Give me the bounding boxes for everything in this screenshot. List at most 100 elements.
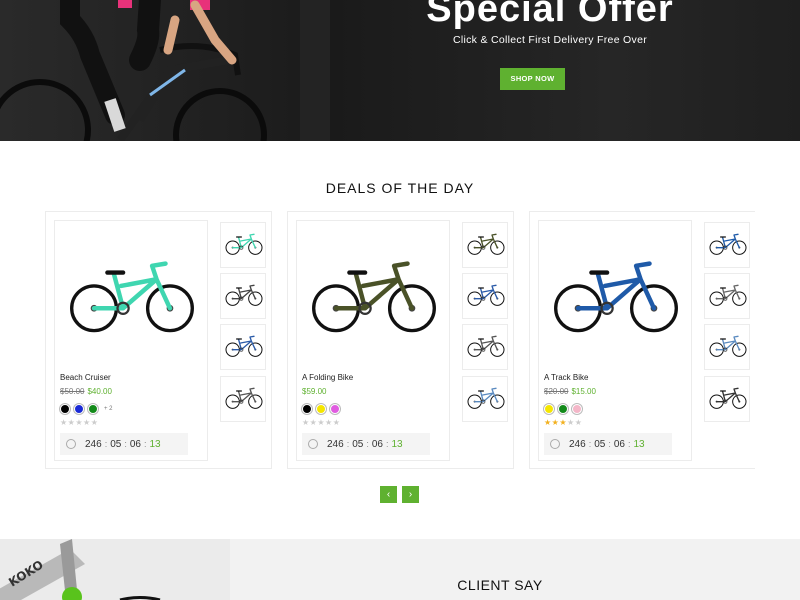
color-swatch[interactable]	[330, 404, 340, 414]
timer-separator: :	[385, 439, 389, 449]
product-name[interactable]: A Track Bike	[544, 373, 588, 382]
product-price: $40.00	[87, 387, 112, 396]
product-thumbnail[interactable]	[220, 324, 266, 370]
timer-separator: :	[608, 439, 611, 449]
timer-days: 246	[327, 438, 344, 450]
product-thumbnail[interactable]	[220, 273, 266, 319]
star-icon: ★	[325, 418, 333, 427]
thumbnail-image[interactable]	[708, 386, 748, 410]
color-swatch[interactable]	[60, 404, 70, 414]
star-icon: ★	[544, 418, 552, 427]
star-icon: ★	[567, 418, 575, 427]
product-main[interactable]: A Track Bike $20.00 $15.00 ★★★★★ 246:05:06:1…	[538, 220, 692, 461]
countdown-timer: 246:05:06:13	[544, 433, 672, 455]
thumbnail-image[interactable]	[466, 232, 506, 256]
color-swatches	[302, 404, 340, 414]
product-main[interactable]: A Folding Bike $59.00 ★★★★★ 246:05:06:13	[296, 220, 450, 461]
alarm-clock-icon	[66, 439, 76, 449]
star-icon: ★	[332, 418, 341, 427]
deals-section-title: DEALS OF THE DAY	[325, 180, 475, 196]
color-swatch[interactable]	[316, 404, 326, 414]
product-card[interactable]: Beach Cruiser $50.00 $40.00 + 2 ★★★★★ 246:05:…	[45, 211, 272, 469]
thumbnail-image[interactable]	[708, 232, 748, 256]
alarm-clock-icon	[550, 439, 560, 449]
color-swatches	[544, 404, 582, 414]
product-name[interactable]: Beach Cruiser	[60, 373, 111, 382]
timer-hours: 05	[594, 438, 606, 450]
bike-frame-image: KOKO	[0, 539, 230, 600]
product-name[interactable]: A Folding Bike	[302, 373, 353, 382]
thumbnail-image[interactable]	[224, 334, 264, 358]
product-thumbnail[interactable]	[220, 222, 266, 268]
product-thumbnail[interactable]	[462, 222, 508, 268]
product-thumbnail[interactable]	[704, 222, 750, 268]
product-image[interactable]	[65, 256, 199, 336]
hero-subtitle: Click & Collect First Delivery Free Over	[452, 34, 648, 46]
timer-seconds: 13	[633, 438, 645, 450]
thumbnail-image[interactable]	[708, 334, 748, 358]
timer-separator: :	[627, 439, 631, 449]
product-old-price: $50.00	[60, 387, 85, 396]
star-icon: ★	[574, 418, 583, 427]
hero-panel	[300, 0, 330, 141]
product-thumbnail[interactable]	[462, 324, 508, 370]
product-image[interactable]	[549, 256, 683, 336]
timer-separator: :	[143, 439, 147, 449]
thumbnail-image[interactable]	[224, 386, 264, 410]
timer-hours: 05	[110, 438, 122, 450]
timer-separator: :	[588, 439, 592, 449]
product-thumbnail[interactable]	[704, 273, 750, 319]
thumbnail-image[interactable]	[466, 386, 506, 410]
thumbnail-image[interactable]	[466, 283, 506, 307]
color-swatches: + 2	[60, 404, 113, 414]
star-icon: ★	[90, 418, 99, 427]
color-swatch[interactable]	[74, 404, 84, 414]
product-card[interactable]: A Track Bike $20.00 $15.00 ★★★★★ 246:05:06:1…	[529, 211, 755, 469]
product-old-price: $20.00	[544, 387, 569, 396]
shop-now-button[interactable]: SHOP NOW	[500, 68, 565, 90]
timer-minutes: 06	[613, 438, 625, 450]
product-thumbnail[interactable]	[220, 376, 266, 422]
rating-stars: ★★★★★	[302, 418, 340, 427]
thumbnail-image[interactable]	[224, 232, 264, 256]
thumbnail-image[interactable]	[708, 283, 748, 307]
star-icon: ★	[60, 418, 68, 427]
product-card[interactable]: A Folding Bike $59.00 ★★★★★ 246:05:06:13	[287, 211, 514, 469]
product-thumbnail[interactable]	[704, 376, 750, 422]
timer-separator: :	[346, 439, 350, 449]
carousel-prev-button[interactable]: ‹	[380, 486, 397, 503]
color-swatch[interactable]	[558, 404, 568, 414]
more-colors-label[interactable]: + 2	[104, 406, 113, 412]
timer-seconds: 13	[391, 438, 403, 450]
deals-carousel: Beach Cruiser $50.00 $40.00 + 2 ★★★★★ 246:05:…	[45, 211, 755, 469]
product-prices: $50.00 $40.00	[60, 387, 112, 396]
product-price: $59.00	[302, 387, 327, 396]
timer-separator: :	[104, 439, 108, 449]
color-swatch[interactable]	[88, 404, 98, 414]
rating-stars: ★★★★★	[60, 418, 98, 427]
client-section: KOKO CLIENT SAY	[0, 539, 800, 600]
carousel-next-button[interactable]: ›	[402, 486, 419, 503]
thumbnail-image[interactable]	[466, 334, 506, 358]
timer-hours: 05	[352, 438, 364, 450]
product-prices: $59.00	[302, 387, 326, 396]
timer-separator: :	[366, 439, 369, 449]
product-thumbnail[interactable]	[462, 273, 508, 319]
product-price: $15.00	[571, 387, 596, 396]
timer-days: 246	[85, 438, 102, 450]
product-main[interactable]: Beach Cruiser $50.00 $40.00 + 2 ★★★★★ 246:05:…	[54, 220, 208, 461]
alarm-clock-icon	[308, 439, 318, 449]
thumbnail-image[interactable]	[224, 283, 264, 307]
timer-minutes: 06	[129, 438, 141, 450]
product-image[interactable]	[307, 256, 441, 336]
countdown-timer: 246:05:06:13	[302, 433, 430, 455]
color-swatch[interactable]	[302, 404, 312, 414]
color-swatch[interactable]	[544, 404, 554, 414]
countdown-timer: 246:05:06:13	[60, 433, 188, 455]
product-thumbnail[interactable]	[704, 324, 750, 370]
star-icon: ★	[317, 418, 326, 427]
product-thumbnail[interactable]	[462, 376, 508, 422]
timer-minutes: 06	[371, 438, 383, 450]
hero-title: Special Offer	[426, 0, 674, 30]
color-swatch[interactable]	[572, 404, 582, 414]
